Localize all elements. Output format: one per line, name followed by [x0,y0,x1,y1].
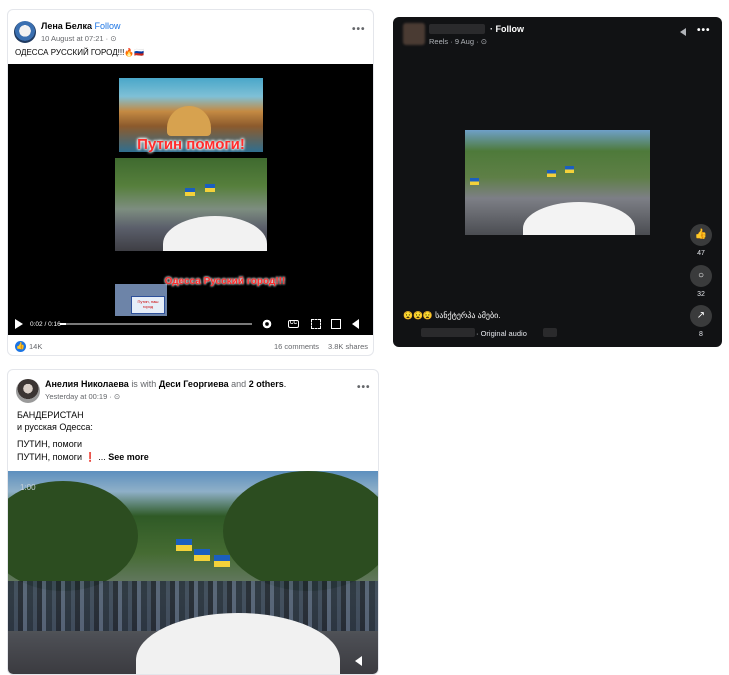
reel-meta: Reels · 9 Aug · ⊙ [429,37,487,46]
car-hood [523,202,635,235]
video-player[interactable]: 1:00 [8,471,378,674]
comment-count: 32 [697,291,705,298]
flag-icon [565,166,574,173]
tagged-person[interactable]: Деси Георгиева [159,379,229,389]
post-text-line: ПУТИН, помоги ❗ ... [17,452,109,462]
seek-bar[interactable] [60,323,252,325]
share-count[interactable]: 3.8K shares [328,342,368,351]
street-image [115,158,267,251]
overlay-title: Путин помоги! [137,136,245,153]
flag-icon [205,184,215,192]
inset-image: Путин, наш город [115,284,167,316]
avatar[interactable] [403,23,425,45]
post-text-line-last: ПУТИН, помоги ❗ ... See more [17,452,149,463]
comment-icon[interactable]: ○ [690,265,712,287]
author-name[interactable]: Лена Белка [41,21,92,31]
overlay-subtitle: Одесса Русский город!!! [164,276,286,287]
captions-icon[interactable]: CC [288,320,299,328]
comment-count[interactable]: 16 comments [274,342,319,351]
car-hood [163,216,267,251]
see-more-link[interactable]: See more [108,452,149,462]
share-count: 8 [699,331,703,338]
avatar[interactable] [16,379,40,403]
blurred-audio-author [421,328,475,337]
facebook-post-2: Анелия Николаева is with Деси Георгиева … [7,369,379,675]
blurred-audio-tag [543,328,557,337]
more-options-icon[interactable]: ••• [357,382,371,393]
tree [8,481,138,591]
flag-icon [176,539,192,551]
blurred-author-name [429,24,485,34]
tagged-others[interactable]: 2 others [249,379,284,389]
post-date[interactable]: 10 August at 07:21 · ⊙ [41,34,117,43]
video-controls: 0:02 / 0:16 CC [8,315,373,335]
more-options-icon[interactable]: ••• [697,25,711,36]
reaction-count[interactable]: 14K [29,342,42,351]
picture-in-picture-icon[interactable] [331,319,341,329]
flag-icon [214,555,230,567]
fullscreen-icon[interactable] [311,319,321,329]
facebook-post-1: Лена Белка · Follow 10 August at 07:21 ·… [7,9,374,356]
post-header-title: Анелия Николаева is with Деси Георгиева … [45,379,287,389]
post-date[interactable]: Yesterday at 00:19 · ⊙ [45,392,120,401]
reel-video[interactable] [465,130,650,235]
inset-sign: Путин, наш город [131,296,165,314]
video-player[interactable]: Путин помоги! Путин, наш город Одесса Ру… [8,64,373,335]
post-text-line: БАНДЕРИСТАН [17,410,84,420]
video-timecode: 1:00 [20,483,36,492]
like-count: 47 [697,250,705,257]
cathedral-dome [167,106,211,136]
flag-icon [470,178,479,185]
post-footer: 👍 14K 16 comments 3.8K shares [8,335,373,355]
volume-icon[interactable] [355,656,362,666]
reel-caption: 😧😧😧 სანქტერპა ამები. [403,311,501,320]
inset-text: Путин, наш город [137,299,159,309]
audio-label[interactable]: · Original audio [476,329,527,338]
like-icon[interactable]: 👍 [690,224,712,246]
avatar[interactable] [14,21,36,43]
more-options-icon[interactable]: ••• [352,24,366,35]
play-icon[interactable] [15,319,23,329]
author-name[interactable]: Анелия Николаева [45,379,129,389]
flag-icon [185,188,195,196]
flag-icon [547,170,556,177]
follow-link[interactable]: · Follow [89,21,121,31]
settings-gear-icon[interactable] [262,319,272,329]
follow-link[interactable]: · Follow [490,24,524,34]
post-text-line: ПУТИН, помоги [17,439,83,449]
tree [223,471,378,591]
like-reaction-icon[interactable]: 👍 [15,341,26,352]
flag-icon [194,549,210,561]
post-caption: ОДЕССА РУССКИЙ ГОРОД!!!🔥🇷🇺 [15,48,145,57]
facebook-reel: · Follow Reels · 9 Aug · ⊙ ••• 👍 47 ○ 32… [393,17,722,347]
with-label: is with [131,379,157,389]
video-time: 0:02 / 0:16 [30,321,61,328]
post-text-line: и русская Одесса: [17,422,93,432]
volume-icon[interactable] [352,319,359,329]
mute-icon[interactable] [680,28,686,36]
seek-progress [60,323,66,325]
and-label: and [231,379,247,389]
share-icon[interactable]: ↗ [690,305,712,327]
